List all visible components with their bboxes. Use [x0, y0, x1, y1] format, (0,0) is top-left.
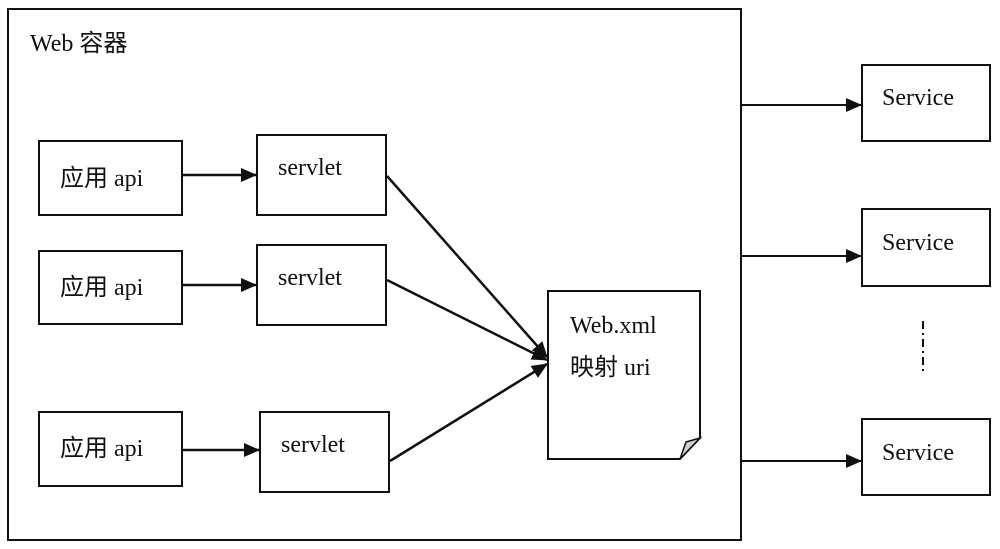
connectors-layer: [183, 98, 924, 468]
web-xml-subtitle: 映射 uri: [570, 355, 651, 381]
arrow-servlet1-webxml: [386, 175, 548, 358]
arrow-servlet2-webxml: [386, 278, 548, 362]
arrow-servlet3-webxml: [389, 362, 548, 463]
web-xml-title: Web.xml: [570, 313, 657, 339]
